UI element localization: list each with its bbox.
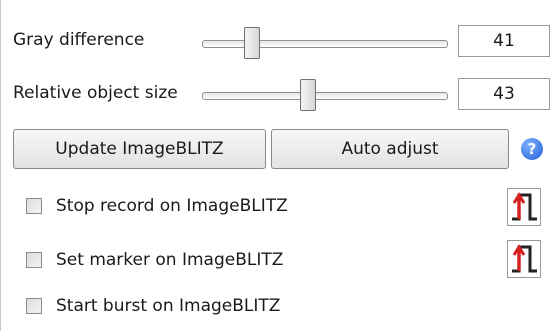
rising-edge-pulse-icon — [512, 244, 537, 273]
set-marker-trigger-edge-button[interactable] — [507, 240, 541, 278]
gray-difference-value-field[interactable]: 41 — [458, 25, 550, 57]
auto-adjust-button[interactable]: Auto adjust — [271, 129, 509, 169]
start-burst-checkbox[interactable] — [26, 298, 42, 314]
set-marker-label: Set marker on ImageBLITZ — [56, 250, 284, 270]
stop-record-checkbox[interactable] — [26, 198, 42, 214]
gray-difference-slider-thumb[interactable] — [244, 27, 260, 59]
update-imageblitz-button[interactable]: Update ImageBLITZ — [13, 129, 266, 169]
gray-difference-label: Gray difference — [13, 30, 145, 50]
relative-object-size-label: Relative object size — [13, 83, 178, 103]
relative-object-size-slider-track[interactable] — [202, 92, 448, 100]
help-icon[interactable]: ? — [521, 138, 543, 160]
start-burst-label: Start burst on ImageBLITZ — [56, 296, 281, 316]
relative-object-size-value-field[interactable]: 43 — [458, 78, 550, 110]
relative-object-size-slider-thumb[interactable] — [300, 79, 316, 111]
imageblitz-settings-panel: Gray difference 41 Relative object size … — [0, 0, 551, 331]
set-marker-checkbox[interactable] — [26, 252, 42, 268]
gray-difference-slider-track[interactable] — [202, 40, 448, 48]
stop-record-label: Stop record on ImageBLITZ — [56, 196, 288, 216]
stop-record-trigger-edge-button[interactable] — [507, 188, 541, 226]
rising-edge-pulse-icon — [512, 192, 537, 221]
